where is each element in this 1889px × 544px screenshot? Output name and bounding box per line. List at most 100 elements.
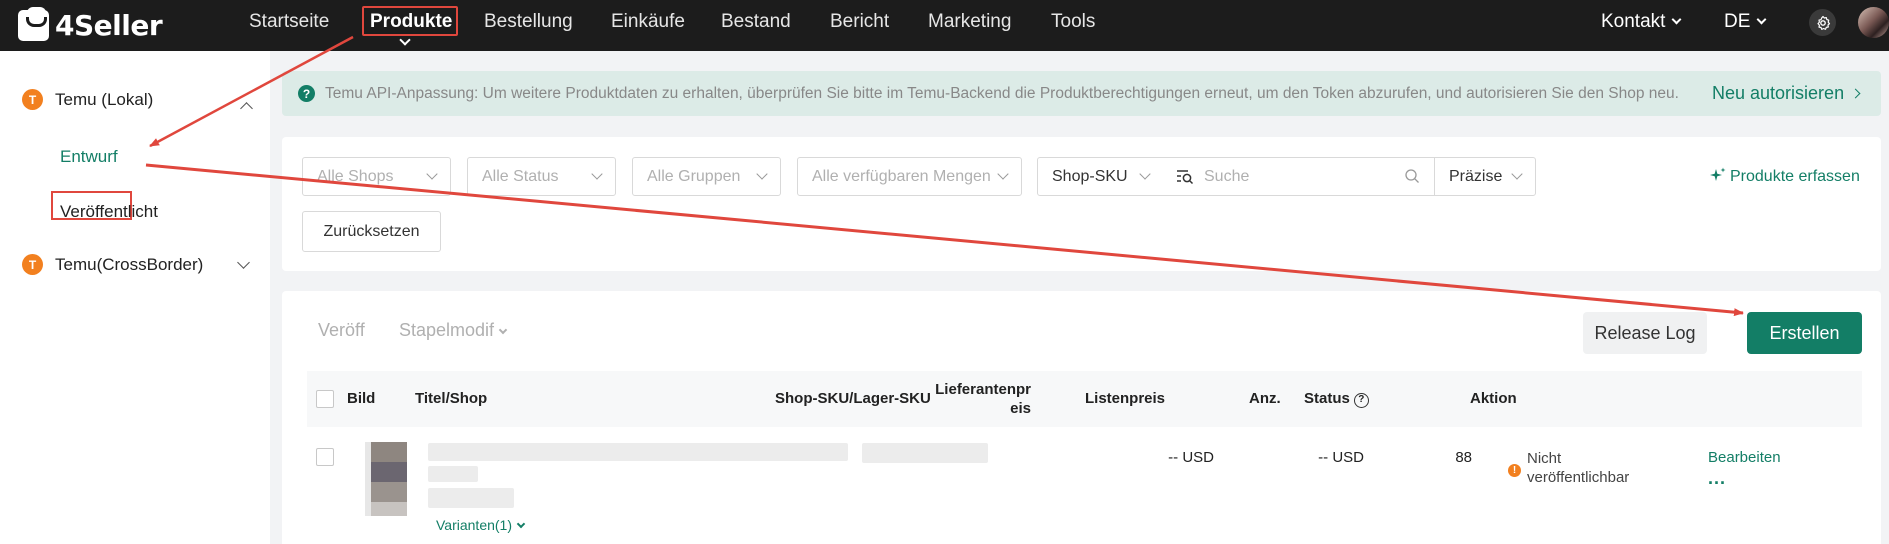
chevron-down-icon <box>756 168 768 180</box>
edit-link[interactable]: Bearbeiten <box>1708 449 1781 466</box>
variants-label: Varianten(1) <box>436 517 513 533</box>
chevron-down-icon <box>1511 168 1523 180</box>
column-lieferantenpreis: Lieferantenpreis <box>935 381 1031 417</box>
search-field-value: Shop-SKU <box>1052 168 1128 185</box>
sidebar-group-temu-crossborder[interactable]: T Temu(CrossBorder) <box>22 254 203 275</box>
nav-bestellung[interactable]: Bestellung <box>484 0 573 43</box>
supplier-price: -- USD <box>1168 449 1214 466</box>
sidebar-group-label: Temu(CrossBorder) <box>55 254 204 274</box>
select-all-checkbox[interactable] <box>316 390 334 408</box>
publish-button[interactable]: Veröff <box>318 320 365 341</box>
reauthorize-label: Neu autorisieren <box>1712 83 1845 103</box>
release-log-button[interactable]: Release Log <box>1583 312 1707 354</box>
status-filter-value: Alle Status <box>482 168 559 185</box>
sparkle-icon <box>1710 167 1726 181</box>
logo-text: 4Seller <box>55 8 163 42</box>
column-bild: Bild <box>347 390 376 407</box>
sidebar-item-entwurf[interactable]: Entwurf <box>60 147 118 167</box>
shopping-bag-icon <box>18 6 49 41</box>
product-title-blurred <box>428 443 848 461</box>
chevron-right-icon <box>1850 88 1861 99</box>
api-notice-banner: ? Temu API-Anpassung: Um weitere Produkt… <box>282 71 1881 116</box>
chevron-down-icon <box>516 519 526 529</box>
search-icon[interactable] <box>1404 168 1420 184</box>
products-panel: Veröff Stapelmodif Release Log Erstellen… <box>282 291 1881 544</box>
product-image[interactable] <box>365 442 407 516</box>
chevron-up-icon[interactable] <box>240 102 253 115</box>
language-label: DE <box>1724 11 1751 32</box>
table-header: Bild Titel/Shop Shop-SKU/Lager-SKU Liefe… <box>307 371 1862 427</box>
batch-modify-dropdown[interactable]: Stapelmodif <box>399 320 508 341</box>
chevron-down-icon[interactable] <box>237 256 250 269</box>
shop-filter-value: Alle Shops <box>317 168 394 185</box>
nav-tools[interactable]: Tools <box>1051 0 1095 43</box>
column-titel-shop: Titel/Shop <box>415 390 488 407</box>
group-filter-select[interactable]: Alle Gruppen <box>632 157 781 196</box>
status-text: Nicht veröffentlichbar <box>1527 449 1629 487</box>
shop-filter-select[interactable]: Alle Shops <box>302 157 451 196</box>
status-line-1: Nicht <box>1527 450 1562 467</box>
quantity-filter-value: Alle verfügbaren Mengen <box>812 168 991 185</box>
capture-products-label: Produkte erfassen <box>1730 168 1860 185</box>
column-listenpreis: Listenpreis <box>1085 390 1166 407</box>
chevron-down-icon <box>498 325 508 335</box>
top-navigation-bar: 4Seller Startseite Produkte Bestellung E… <box>0 0 1889 51</box>
warning-icon: ! <box>1508 464 1521 477</box>
match-mode-value: Präzise <box>1449 168 1503 185</box>
temu-icon: T <box>22 89 43 110</box>
chevron-down-icon <box>1671 14 1682 25</box>
variants-toggle[interactable]: Varianten(1) <box>436 517 526 533</box>
nav-marketing[interactable]: Marketing <box>928 0 1011 43</box>
more-actions-button[interactable]: ... <box>1708 468 1726 489</box>
list-search-icon <box>1177 170 1194 185</box>
shop-name-blurred <box>428 488 514 508</box>
search-field-select[interactable]: Shop-SKU <box>1037 157 1164 196</box>
column-anz: Anz. <box>1249 390 1281 407</box>
group-filter-value: Alle Gruppen <box>647 168 741 185</box>
match-mode-select[interactable]: Präzise <box>1434 157 1536 196</box>
help-icon[interactable]: ? <box>1353 393 1369 408</box>
product-title-blurred <box>428 466 478 482</box>
contact-label: Kontakt <box>1601 11 1666 32</box>
column-shop-sku: Shop-SKU/Lager-SKU <box>775 390 931 407</box>
sidebar-item-veroeffentlicht[interactable]: Veröffentlicht <box>60 202 158 222</box>
nav-bestand[interactable]: Bestand <box>721 0 791 43</box>
chevron-down-icon <box>1756 14 1767 25</box>
reset-button[interactable]: Zurücksetzen <box>302 211 441 252</box>
capture-products-link[interactable]: Produkte erfassen <box>1710 157 1860 196</box>
nav-bericht[interactable]: Bericht <box>830 0 889 43</box>
chevron-down-icon <box>997 168 1009 180</box>
sidebar-group-label: Temu (Lokal) <box>55 89 154 109</box>
sidebar: T Temu (Lokal) Entwurf Veröffentlicht T … <box>0 51 270 544</box>
batch-modify-label: Stapelmodif <box>399 320 495 340</box>
list-price: -- USD <box>1318 449 1364 466</box>
column-status-label: Status <box>1304 390 1350 407</box>
filter-panel: Alle Shops Alle Status Alle Gruppen Alle… <box>282 137 1881 271</box>
column-aktion: Aktion <box>1470 390 1517 407</box>
sidebar-group-temu-lokal[interactable]: T Temu (Lokal) <box>22 89 153 110</box>
contact-menu[interactable]: Kontakt <box>1601 0 1682 43</box>
nav-einkaufe[interactable]: Einkäufe <box>611 0 685 43</box>
status-filter-select[interactable]: Alle Status <box>467 157 616 196</box>
nav-startseite[interactable]: Startseite <box>249 0 329 43</box>
chevron-down-icon <box>1139 168 1151 180</box>
sku-blurred <box>862 443 988 463</box>
reauthorize-link[interactable]: Neu autorisieren <box>1712 71 1861 116</box>
search-input[interactable]: Suche <box>1162 157 1434 196</box>
search-placeholder: Suche <box>1204 168 1250 185</box>
logo[interactable]: 4Seller <box>18 6 163 42</box>
quantity-filter-select[interactable]: Alle verfügbaren Mengen <box>797 157 1022 196</box>
column-status: Status? <box>1304 390 1369 409</box>
status-line-2: veröffentlichbar <box>1527 469 1630 486</box>
chevron-down-icon <box>591 168 603 180</box>
create-button[interactable]: Erstellen <box>1747 312 1862 354</box>
gear-icon <box>1816 15 1830 30</box>
avatar[interactable] <box>1858 7 1889 38</box>
settings-button[interactable] <box>1809 9 1836 36</box>
row-checkbox[interactable] <box>316 448 334 466</box>
temu-icon: T <box>22 254 43 275</box>
quantity: 88 <box>1455 449 1472 466</box>
help-circle-icon: ? <box>298 85 315 102</box>
language-selector[interactable]: DE <box>1724 0 1767 43</box>
notice-text: Temu API-Anpassung: Um weitere Produktda… <box>325 85 1679 102</box>
